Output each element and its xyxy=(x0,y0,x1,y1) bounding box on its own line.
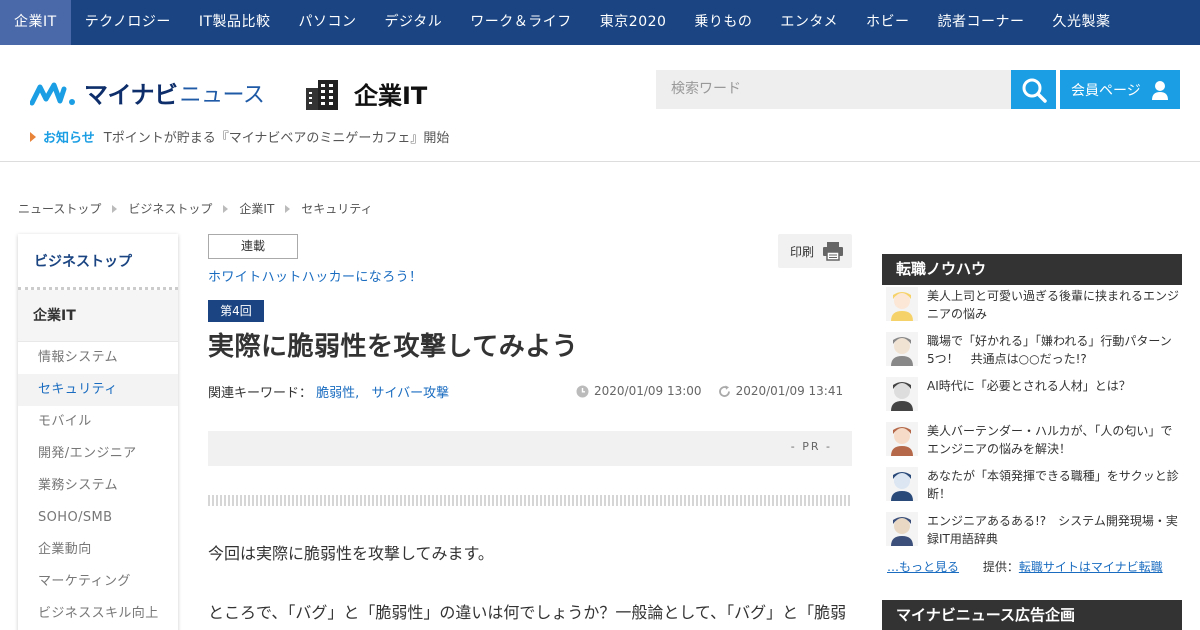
sidebar-item[interactable]: 開発/エンジニア xyxy=(18,438,178,470)
member-page-label: 会員ページ xyxy=(1071,82,1141,99)
more-link[interactable]: …もっと見る xyxy=(887,560,959,574)
engineer-manga-icon xyxy=(886,512,918,546)
nav-item[interactable]: 乗りもの xyxy=(680,0,766,45)
breadcrumb-separator-icon xyxy=(285,204,291,213)
career-article-item[interactable]: AI時代に「必要とされる人材」とは？ xyxy=(882,377,1182,422)
breadcrumb-separator-icon xyxy=(223,204,229,213)
nav-item[interactable]: 企業IT xyxy=(0,0,71,45)
breadcrumb-enterprise-it[interactable]: 企業IT xyxy=(239,200,274,217)
engineer-laptop-icon xyxy=(886,467,918,501)
notice-bar: お知らせ Tポイントが貯まる『マイナビベアのミニゲーカフェ』開始 xyxy=(30,127,449,146)
nav-item[interactable]: IT製品比較 xyxy=(185,0,285,45)
nav-item[interactable]: テクノロジー xyxy=(71,0,185,45)
ai-worker-icon xyxy=(886,377,918,411)
bartender-icon xyxy=(886,422,918,456)
breadcrumb: ニューストップ ビジネストップ 企業IT セキュリティ xyxy=(18,200,373,217)
sidebar-item[interactable]: 企業動向 xyxy=(18,534,178,566)
nav-item[interactable]: 読者コーナー xyxy=(924,0,1039,45)
search-button[interactable] xyxy=(1011,70,1056,109)
clock-icon xyxy=(576,385,589,397)
series-tag: 連載 xyxy=(208,234,298,259)
section-logo[interactable]: 企業IT xyxy=(304,76,427,111)
sidebar-item[interactable]: モバイル xyxy=(18,406,178,438)
triangle-icon xyxy=(30,131,36,142)
print-button[interactable]: 印刷 xyxy=(778,234,852,268)
office-man-icon xyxy=(886,332,918,366)
updated-date: 2020/01/09 13:41 xyxy=(735,384,844,398)
article-headline: 実際に脆弱性を攻撃してみよう xyxy=(208,332,579,362)
anime-girl-blonde-icon xyxy=(886,287,918,321)
ad-planning-heading: マイナビニュース広告企画 xyxy=(882,600,1182,630)
search-icon xyxy=(1022,78,1047,103)
career-article-title: AI時代に「必要とされる人材」とは？ xyxy=(927,379,1131,393)
print-label: 印刷 xyxy=(790,244,815,259)
career-article-title: 美人バーテンダー・ハルカが、「人の匂い」でエンジニアの悩みを解決！ xyxy=(927,424,1173,456)
related-keywords: 関連キーワード： 脆弱性, サイバー攻撃 xyxy=(208,382,449,401)
nav-item[interactable]: デジタル xyxy=(371,0,457,45)
nav-item[interactable]: 久光製薬 xyxy=(1039,0,1125,45)
keyword-link[interactable]: 脆弱性, xyxy=(316,386,359,401)
article-dates: 2020/01/09 13:00 2020/01/09 13:41 xyxy=(576,384,859,398)
building-icon xyxy=(306,79,338,110)
sidebar-category-heading[interactable]: 企業IT xyxy=(18,290,178,342)
user-icon xyxy=(1151,80,1168,100)
refresh-icon xyxy=(718,385,730,397)
nav-item[interactable]: ワーク＆ライフ xyxy=(456,0,586,45)
nav-item[interactable]: パソコン xyxy=(285,0,371,45)
sidebar-item[interactable]: セキュリティ xyxy=(18,374,178,406)
career-article-title: あなたが「本領発揮できる職種」をサクッと診断！ xyxy=(927,469,1179,501)
career-article-item[interactable]: エンジニアあるある!? システム開発現場・実録IT用語辞典 xyxy=(882,512,1182,557)
career-article-title: 美人上司と可愛い過ぎる後輩に挟まれるエンジニアの悩み xyxy=(927,289,1180,321)
member-page-button[interactable]: 会員ページ xyxy=(1060,70,1180,109)
episode-badge: 第4回 xyxy=(208,300,264,322)
mynavi-logo-mark-icon xyxy=(30,82,75,105)
section-title: 企業IT xyxy=(354,82,428,110)
printer-icon xyxy=(823,242,844,261)
top-nav: 企業IT テクノロジー IT製品比較 パソコン デジタル ワーク＆ライフ 東京2020 乗りも… xyxy=(0,0,1200,45)
sidebar-item[interactable]: ビジネススキル向上 xyxy=(18,598,178,630)
nav-item[interactable]: ホビー xyxy=(852,0,924,45)
career-knowhow-heading: 転職ノウハウ xyxy=(882,254,1182,285)
notice-link[interactable]: Tポイントが貯まる『マイナビベアのミニゲーカフェ』開始 xyxy=(104,127,450,146)
sidebar-business-top[interactable]: ビジネストップ xyxy=(18,234,178,290)
series-title-link[interactable]: ホワイトハットハッカーになろう！ xyxy=(208,266,422,285)
search-input[interactable]: 検索ワード xyxy=(656,70,1011,109)
career-article-list: 美人上司と可愛い過ぎる後輩に挟まれるエンジニアの悩み 職場で「好かれる」「嫌われる… xyxy=(882,287,1182,557)
logo-news-text: ニュース xyxy=(179,82,265,108)
career-article-item[interactable]: 美人上司と可愛い過ぎる後輩に挟まれるエンジニアの悩み xyxy=(882,287,1182,332)
sidebar-item[interactable]: マーケティング xyxy=(18,566,178,598)
pr-label: - PR - xyxy=(790,440,832,453)
article-paragraph: ところで、「バグ」と「脆弱性」の違いは何でしょうか？一般論として、「バグ」と「脆… xyxy=(208,603,847,622)
career-article-item[interactable]: 美人バーテンダー・ハルカが、「人の匂い」でエンジニアの悩みを解決！ xyxy=(882,422,1182,467)
breadcrumb-separator-icon xyxy=(112,204,118,213)
published-date: 2020/01/09 13:00 xyxy=(594,384,702,398)
career-article-title: エンジニアあるある!? システム開発現場・実録IT用語辞典 xyxy=(927,514,1178,546)
breadcrumb-security[interactable]: セキュリティ xyxy=(301,200,372,217)
keywords-label: 関連キーワード： xyxy=(208,386,313,401)
sidebar-item[interactable]: 情報システム xyxy=(18,342,178,374)
breadcrumb-business-top[interactable]: ビジネストップ xyxy=(128,200,212,217)
nav-item[interactable]: エンタメ xyxy=(766,0,852,45)
mynavi-news-logo[interactable]: マイナビ ニュース xyxy=(30,75,265,110)
nav-item[interactable]: 東京2020 xyxy=(586,0,681,45)
logo-brand-text: マイナビ xyxy=(84,81,178,109)
sidebar-item[interactable]: 業務システム xyxy=(18,470,178,502)
career-article-item[interactable]: あなたが「本領発揮できる職種」をサクッと診断！ xyxy=(882,467,1182,512)
career-article-title: 職場で「好かれる」「嫌われる」行動パターン5つ！ 共通点は○○だった!? xyxy=(927,334,1172,366)
article-paragraph: 今回は実際に脆弱性を攻撃してみます。 xyxy=(208,544,494,563)
header-divider xyxy=(0,161,1200,162)
career-article-item[interactable]: 職場で「好かれる」「嫌われる」行動パターン5つ！ 共通点は○○だった!? xyxy=(882,332,1182,377)
notice-label: お知らせ xyxy=(43,131,95,146)
career-more-row: …もっと見る 提供：転職サイトはマイナビ転職 xyxy=(887,558,1163,575)
provided-by-label: 提供： xyxy=(982,560,1019,574)
pr-ad-area: - PR - xyxy=(208,431,852,466)
sidebar-item[interactable]: SOHO/SMB xyxy=(18,502,178,534)
keyword-link[interactable]: サイバー攻撃 xyxy=(371,386,449,401)
divider-stripe xyxy=(208,495,851,506)
provider-link[interactable]: 転職サイトはマイナビ転職 xyxy=(1019,560,1163,574)
breadcrumb-news-top[interactable]: ニューストップ xyxy=(18,200,101,217)
category-sidebar: ビジネストップ 企業IT 情報システム セキュリティ モバイル 開発/エンジニア 業務シ… xyxy=(18,234,178,630)
